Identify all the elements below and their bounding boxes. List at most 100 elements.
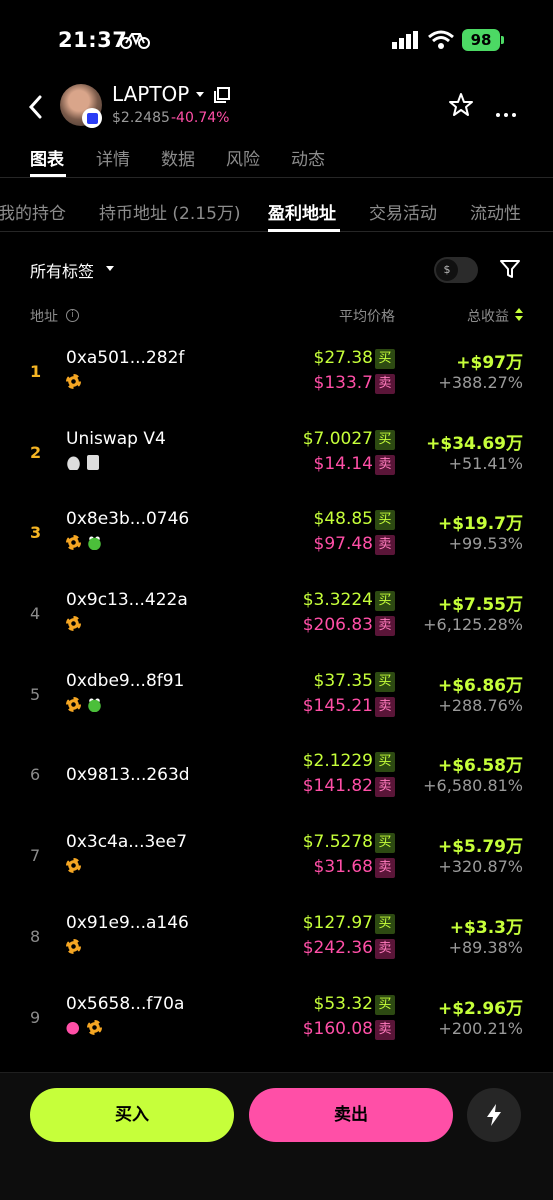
row-avg-sell-price: $97.48 xyxy=(313,534,373,555)
row-pnl-percent: +320.87% xyxy=(438,857,523,877)
row-total-pnl: +$2.96万 xyxy=(437,998,523,1019)
row-total-pnl: +$3.3万 xyxy=(449,917,523,938)
filter-row: 所有标签 $ xyxy=(0,250,553,290)
usd-toggle[interactable]: $ xyxy=(434,257,478,283)
table-row[interactable]: 2 Uniswap V4 $7.0027 买 $14.14 卖 +$34.69万 +51.41… xyxy=(0,421,553,502)
buy-button[interactable]: 买入 xyxy=(30,1088,234,1142)
table-row[interactable]: 8 0x91e9...a146 $127.97 买 $242.36 卖 +$3.3万 +89.… xyxy=(0,905,553,986)
table-row[interactable]: 4 0x9c13...422a $3.3224 买 $206.83 卖 +$7.55万 +6,… xyxy=(0,582,553,663)
table-row[interactable]: 7 0x3c4a...3ee7 $7.5278 买 $31.68 卖 +$5.79万 +320… xyxy=(0,824,553,905)
row-address[interactable]: 0x9813...263d xyxy=(66,765,190,785)
row-avg-sell-price: $160.08 xyxy=(302,1018,373,1039)
tab-activity[interactable]: 动态 xyxy=(291,145,325,170)
table-row[interactable]: 5 0xdbe9...8f91 $37.35 买 $145.21 卖 +$6.86万 +288… xyxy=(0,663,553,744)
sell-badge: 卖 xyxy=(375,616,395,637)
tab-risk[interactable]: 风险 xyxy=(226,145,260,170)
battery-indicator: 98 xyxy=(462,29,504,51)
row-rank: 8 xyxy=(30,926,41,946)
row-total-pnl: +$6.86万 xyxy=(437,675,523,696)
row-avg-buy-price: $53.32 xyxy=(313,993,373,1014)
row-pnl-percent: +200.21% xyxy=(438,1018,523,1038)
subtab-liquidity[interactable]: 流动性 xyxy=(470,199,521,224)
row-rank: 1 xyxy=(30,362,42,381)
row-pnl-percent: +288.76% xyxy=(438,695,523,715)
token-dropdown-caret-icon[interactable] xyxy=(196,92,204,97)
buy-badge: 买 xyxy=(375,913,395,934)
tab-details[interactable]: 详情 xyxy=(96,145,130,170)
subtab-holders[interactable]: 持币地址 (2.15万) xyxy=(99,199,241,224)
info-icon[interactable]: i xyxy=(66,309,79,322)
row-rank: 9 xyxy=(30,1007,41,1027)
row-address[interactable]: 0xdbe9...8f91 xyxy=(66,671,184,691)
row-avg-buy-price: $2.1229 xyxy=(302,751,373,772)
token-name[interactable]: LAPTOP xyxy=(112,82,189,106)
quick-trade-button[interactable] xyxy=(467,1088,521,1142)
row-rank: 7 xyxy=(30,846,41,866)
row-address[interactable]: Uniswap V4 xyxy=(66,429,166,449)
token-price-change: -40.74% xyxy=(171,110,230,126)
all-tags-dropdown[interactable]: 所有标签 xyxy=(30,258,94,282)
active-subtab-indicator xyxy=(268,229,340,232)
buy-badge: 买 xyxy=(375,752,395,773)
address-tags xyxy=(66,938,81,954)
more-options-icon[interactable] xyxy=(496,102,520,121)
filter-icon[interactable] xyxy=(499,258,521,280)
row-avg-sell-price: $31.68 xyxy=(313,857,373,878)
fish-icon xyxy=(66,1019,81,1035)
chain-badge-icon xyxy=(82,108,102,128)
table-row[interactable]: 3 0x8e3b...0746 $48.85 买 $97.48 卖 +$19.7万 +99.5… xyxy=(0,501,553,582)
row-avg-sell-price: $133.7 xyxy=(313,373,373,393)
sun-icon xyxy=(87,1019,102,1035)
sell-button[interactable]: 卖出 xyxy=(249,1088,453,1142)
favorite-star-icon[interactable] xyxy=(448,92,474,118)
tab-data[interactable]: 数据 xyxy=(161,145,195,170)
row-avg-buy-price: $7.0027 xyxy=(302,428,373,449)
row-address[interactable]: 0x3c4a...3ee7 xyxy=(66,832,187,852)
chevron-down-icon[interactable] xyxy=(106,266,114,271)
row-address[interactable]: 0x5658...f70a xyxy=(66,994,184,1014)
sort-icon[interactable] xyxy=(515,308,523,322)
buy-badge: 买 xyxy=(375,591,395,612)
row-avg-sell-price: $14.14 xyxy=(313,453,373,474)
address-tags xyxy=(66,696,102,712)
table-row[interactable]: 6 0x9813...263d $2.1229 买 $141.82 卖 +$6.58万 +6,… xyxy=(0,743,553,824)
row-avg-buy-price: $127.97 xyxy=(302,912,373,933)
subtab-profitable-addresses[interactable]: 盈利地址 xyxy=(268,199,336,224)
row-address[interactable]: 0x91e9...a146 xyxy=(66,913,189,933)
row-address[interactable]: 0x8e3b...0746 xyxy=(66,509,189,529)
table-row[interactable]: 1 0xa501...282f $27.38 买 $133.7 卖 +$97万 +388.27… xyxy=(0,340,553,421)
row-avg-buy-price: $37.35 xyxy=(313,670,373,691)
row-pnl-percent: +99.53% xyxy=(448,534,523,554)
buy-badge: 买 xyxy=(375,510,395,531)
bicycle-icon xyxy=(120,33,150,49)
lightning-bolt-icon xyxy=(487,1104,501,1126)
row-avg-buy-price: $3.3224 xyxy=(302,590,373,611)
dollar-icon: $ xyxy=(436,259,458,281)
buy-badge: 买 xyxy=(375,994,395,1015)
sun-icon xyxy=(66,696,81,712)
row-avg-sell-price: $141.82 xyxy=(302,776,373,797)
signal-icon xyxy=(392,31,418,49)
status-bar: 21:37 98 xyxy=(0,0,553,80)
back-arrow-icon[interactable] xyxy=(28,94,44,120)
row-pnl-percent: +6,125.28% xyxy=(423,615,523,635)
subtab-my-holdings[interactable]: 我的持仓 xyxy=(0,199,66,224)
column-avg-price: 平均价格 xyxy=(339,309,395,325)
main-tabs: 图表 详情 数据 风险 动态 xyxy=(0,140,553,178)
row-address[interactable]: 0xa501...282f xyxy=(66,348,184,368)
table-header: 地址 i 平均价格 总收益 xyxy=(0,306,553,328)
sell-badge: 卖 xyxy=(375,1019,395,1040)
column-total-pnl[interactable]: 总收益 xyxy=(467,306,509,326)
subtab-trading-activity[interactable]: 交易活动 xyxy=(369,199,437,224)
row-avg-buy-price: $27.38 xyxy=(313,348,373,368)
row-pnl-percent: +51.41% xyxy=(448,453,523,473)
buy-badge: 买 xyxy=(375,429,395,450)
row-pnl-percent: +388.27% xyxy=(438,373,523,392)
tab-chart[interactable]: 图表 xyxy=(30,145,64,170)
column-address: 地址 xyxy=(30,309,58,325)
row-address[interactable]: 0x9c13...422a xyxy=(66,590,188,610)
row-rank: 5 xyxy=(30,684,41,704)
row-rank: 6 xyxy=(30,765,41,785)
table-row[interactable]: 9 0x5658...f70a $53.32 买 $160.08 卖 +$2.96万 +200… xyxy=(0,986,553,1067)
copy-icon[interactable] xyxy=(214,87,230,103)
